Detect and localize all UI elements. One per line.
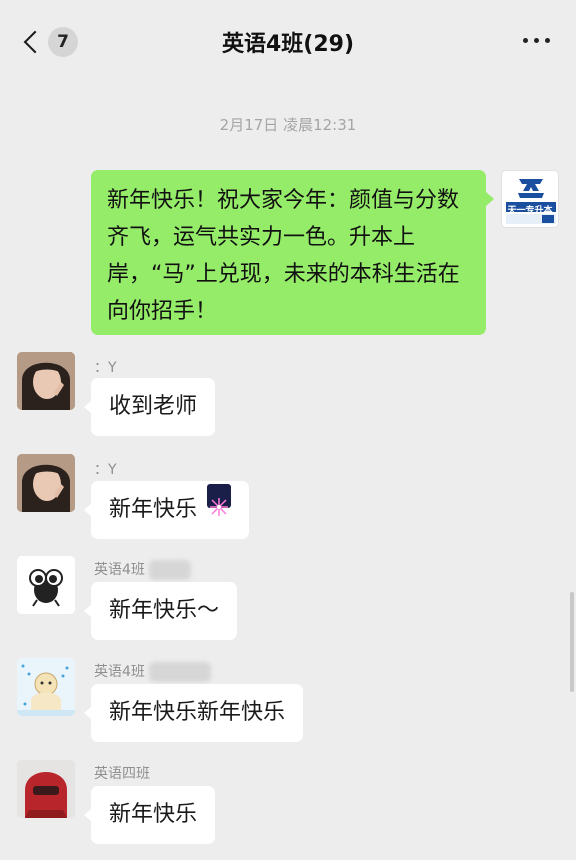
my-avatar[interactable] [501,170,559,228]
message-bubble[interactable]: 新年快乐 [83,786,216,844]
outgoing-message-bubble[interactable]: 新年快乐！祝大家今年：颜值与分数齐飞，运气共实力一色。升本上岸，“马”上兑现，未… [91,170,494,335]
sender-name: ：Y [94,462,117,478]
message-bubble[interactable]: 新年快乐 [83,481,250,539]
firework-emoji-icon [207,484,232,516]
redacted-name [149,560,192,580]
more-dots-icon [523,38,528,43]
school-logo-icon [502,171,558,227]
message-bubble[interactable]: 收到老师 [83,378,216,436]
sender-name: 英语四班 [94,766,150,782]
sender-name: ：Y [94,360,117,376]
more-options-button[interactable] [523,38,550,43]
chat-header: 7 英语4班(29) [0,0,576,84]
scrollbar[interactable] [570,592,574,692]
sender-avatar[interactable] [17,658,75,716]
sender-avatar[interactable] [17,556,75,614]
logo-caption: 天一专升本 [507,206,553,216]
sender-avatar[interactable] [17,454,75,512]
message-timestamp: 2月17日 凌晨12:31 [219,116,357,134]
chat-title: 英语4班(29) [221,32,355,57]
sender-avatar[interactable] [17,760,75,818]
redacted-name [149,662,212,682]
sender-name: 英语4班 [94,559,192,580]
sender-avatar[interactable] [17,352,75,410]
message-bubble[interactable]: 新年快乐新年快乐 [83,684,304,742]
message-bubble[interactable]: 新年快乐～ [83,582,238,640]
sender-name: 英语4班 [94,661,212,682]
